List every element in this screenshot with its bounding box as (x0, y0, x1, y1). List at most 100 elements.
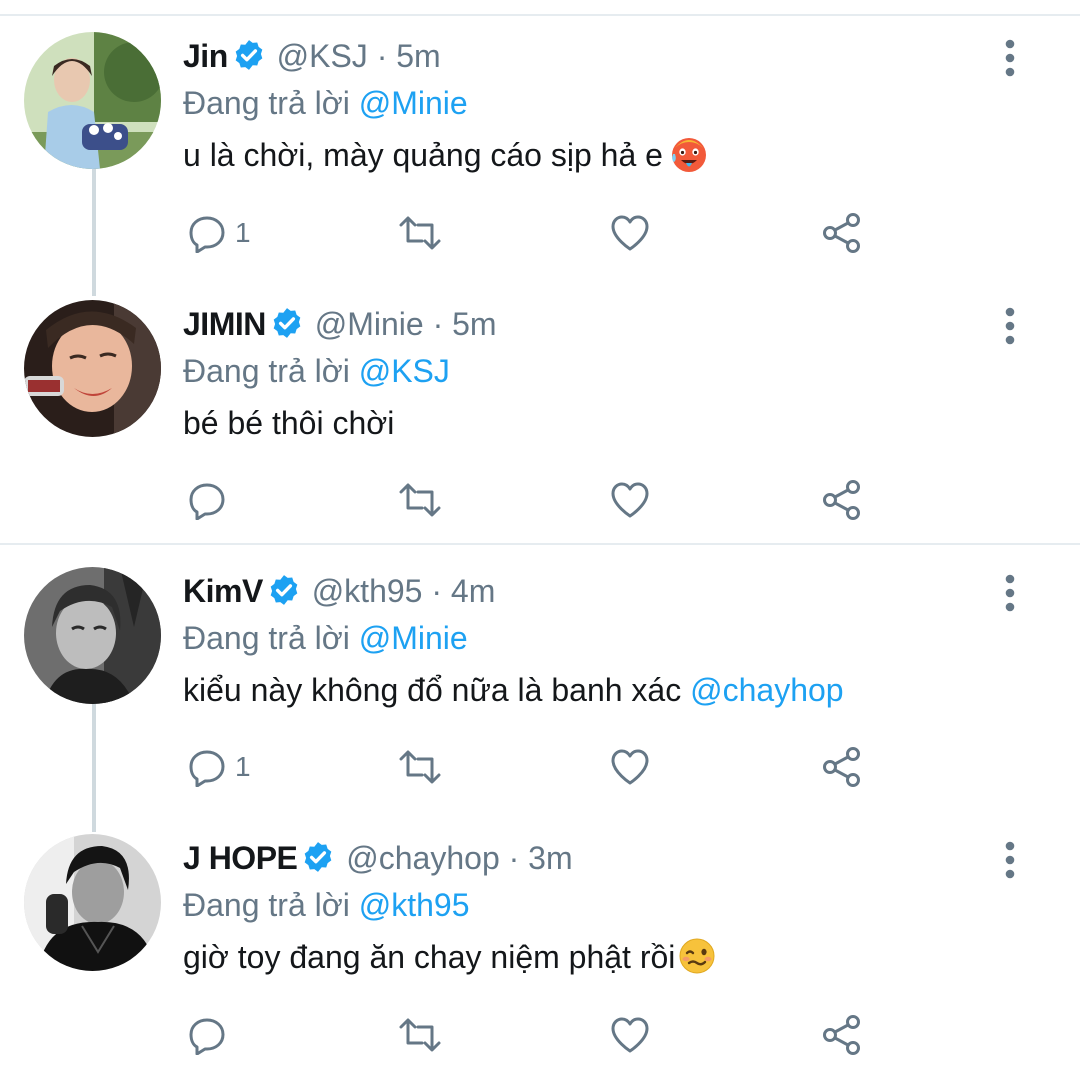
tweet-body: Jin @KSJ · 5m Đang trả lời @Minie u là c… (183, 32, 1000, 184)
thread-connector-line (92, 704, 96, 832)
replying-to-label: Đang trả lời (183, 620, 350, 656)
like-button[interactable] (609, 208, 651, 258)
reply-button[interactable]: 1 (187, 742, 251, 792)
text-mention[interactable]: @chayhop (690, 672, 843, 708)
reply-button[interactable] (187, 475, 235, 525)
reply-icon (189, 216, 225, 253)
timestamp[interactable]: 4m (451, 573, 495, 609)
reply-button[interactable]: 1 (187, 208, 251, 258)
reply-icon (189, 750, 225, 787)
tweet-actions: 1 (183, 742, 883, 792)
share-icon (823, 1015, 860, 1055)
more-options-icon[interactable] (998, 38, 1022, 78)
replying-to: Đang trả lời @KSJ (183, 348, 1000, 394)
tweet-text-content: kiểu này không đổ nữa là banh xác (183, 672, 682, 708)
replying-to-label: Đang trả lời (183, 353, 350, 389)
hot-face-emoji-icon (671, 138, 706, 172)
reply-count: 1 (235, 217, 251, 248)
replying-to: Đang trả lời @Minie (183, 80, 1000, 126)
heart-icon (611, 749, 649, 785)
handle[interactable]: @kth95 (312, 573, 423, 609)
retweet-icon (399, 1018, 441, 1052)
tweet-header: KimV @kth95 · 4m (183, 567, 1000, 615)
reply-icon (189, 1018, 225, 1055)
tweet-body: KimV @kth95 · 4m Đang trả lời @Minie kiể… (183, 567, 1000, 719)
retweet-button[interactable] (397, 475, 443, 525)
avatar-image (24, 567, 161, 704)
woozy-face-emoji-icon (679, 938, 715, 974)
retweet-icon (399, 216, 441, 250)
avatar[interactable] (24, 300, 161, 437)
avatar-image (24, 834, 161, 971)
thread-connector-line (92, 168, 96, 296)
retweet-icon (399, 750, 441, 784)
replying-to-label: Đang trả lời (183, 887, 350, 923)
timestamp[interactable]: 5m (452, 306, 496, 342)
tweet-text: kiểu này không đổ nữa là banh xác @chayh… (183, 661, 1000, 719)
more-options-icon[interactable] (998, 840, 1022, 880)
share-button[interactable] (821, 1010, 865, 1060)
share-button[interactable] (821, 208, 865, 258)
tweet-header: J HOPE @chayhop · 3m (183, 834, 1000, 882)
share-button[interactable] (821, 475, 865, 525)
verified-badge-icon (270, 575, 298, 605)
replying-to: Đang trả lời @kth95 (183, 882, 1000, 928)
retweet-button[interactable] (397, 208, 443, 258)
timestamp[interactable]: 5m (396, 38, 440, 74)
more-options-icon[interactable] (998, 306, 1022, 346)
avatar-image (24, 32, 161, 169)
replying-to-mention[interactable]: @kth95 (359, 887, 470, 923)
share-icon (823, 213, 860, 253)
avatar-image (24, 300, 161, 437)
thread-separator (0, 543, 1080, 545)
retweet-button[interactable] (397, 1010, 443, 1060)
tweet-actions (183, 475, 883, 525)
tweet-text-content: giờ toy đang ăn chay niệm phật rồi (183, 939, 676, 975)
more-options-icon[interactable] (998, 573, 1022, 613)
verified-badge-icon (235, 40, 263, 70)
heart-icon (611, 482, 649, 518)
tweet-actions: 1 (183, 208, 883, 258)
retweet-button[interactable] (397, 742, 443, 792)
share-icon (823, 480, 860, 520)
share-button[interactable] (821, 742, 865, 792)
dot-separator: · (422, 573, 451, 609)
reply-icon (189, 483, 225, 520)
tweet-header: Jin @KSJ · 5m (183, 32, 1000, 80)
reply-count: 1 (235, 751, 251, 782)
handle[interactable]: @KSJ (277, 38, 368, 74)
dot-separator: · (499, 840, 529, 876)
dot-separator: · (367, 38, 397, 74)
heart-icon (611, 1017, 649, 1053)
display-name[interactable]: J HOPE (183, 840, 298, 876)
heart-icon (611, 215, 649, 251)
replying-to-mention[interactable]: @Minie (359, 620, 468, 656)
replying-to-label: Đang trả lời (183, 85, 350, 121)
display-name[interactable]: Jin (183, 38, 228, 74)
dot-separator: · (423, 306, 453, 342)
avatar[interactable] (24, 32, 161, 169)
handle[interactable]: @chayhop (346, 840, 499, 876)
like-button[interactable] (609, 1010, 651, 1060)
verified-badge-icon (305, 842, 332, 872)
handle[interactable]: @Minie (315, 306, 424, 342)
tweet-actions (183, 1010, 883, 1060)
like-button[interactable] (609, 742, 651, 792)
timestamp[interactable]: 3m (528, 840, 572, 876)
tweet-body: J HOPE @chayhop · 3m Đang trả lời @kth95… (183, 834, 1000, 986)
tweet-text-content: u là chời, mày quảng cáo sịp hả e (183, 137, 663, 173)
avatar[interactable] (24, 567, 161, 704)
tweet-header: JIMIN @Minie · 5m (183, 300, 1000, 348)
replying-to: Đang trả lời @Minie (183, 615, 1000, 661)
display-name[interactable]: JIMIN (183, 306, 266, 342)
tweet-text: bé bé thôi chời (183, 394, 1000, 452)
replying-to-mention[interactable]: @Minie (359, 85, 468, 121)
avatar[interactable] (24, 834, 161, 971)
replying-to-mention[interactable]: @KSJ (359, 353, 450, 389)
tweet-body: JIMIN @Minie · 5m Đang trả lời @KSJ bé b… (183, 300, 1000, 452)
display-name[interactable]: KimV (183, 573, 263, 609)
share-icon (823, 747, 860, 787)
like-button[interactable] (609, 475, 651, 525)
reply-button[interactable] (187, 1010, 235, 1060)
tweet-text-content: bé bé thôi chời (183, 405, 395, 441)
